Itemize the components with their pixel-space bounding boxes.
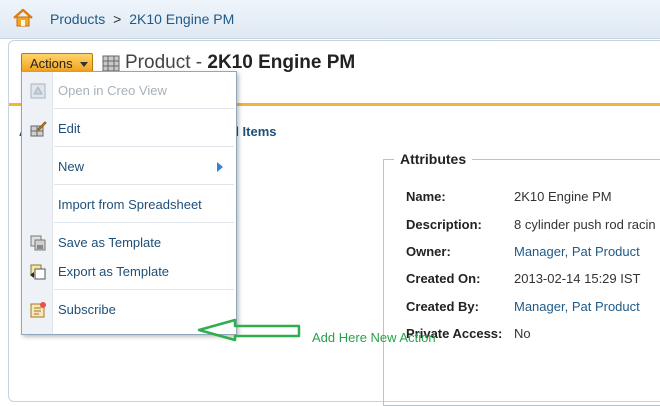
menu-item-label: Save as Template (58, 235, 162, 250)
menu-separator (54, 222, 234, 223)
created-by-link[interactable]: Manager, Pat Product (514, 299, 640, 314)
menu-item-label: New (58, 159, 85, 174)
attribute-label: Name: (406, 189, 446, 204)
attribute-value: 8 cylinder push rod racin (514, 217, 656, 232)
submenu-arrow-icon (217, 162, 223, 172)
page-title-name: 2K10 Engine PM (207, 52, 356, 73)
edit-icon (30, 121, 47, 137)
attribute-label: Created On: (406, 271, 481, 286)
breadcrumb-products-link[interactable]: Products (50, 11, 105, 27)
attribute-label: Owner: (406, 244, 451, 259)
attribute-label: Description: (406, 217, 482, 232)
breadcrumb-separator: > (113, 11, 122, 27)
menu-item-export-as-template[interactable]: Export as Template (22, 259, 236, 285)
attribute-label: Created By: (406, 299, 479, 314)
product-icon (102, 55, 120, 72)
menu-item-edit[interactable]: Edit (22, 116, 236, 142)
attributes-panel: Attributes Name: 2K10 Engine PM Descript… (383, 151, 660, 406)
attribute-value: 2K10 Engine PM (514, 189, 612, 204)
menu-item-label: Edit (58, 121, 81, 136)
menu-item-new[interactable]: New (22, 154, 236, 180)
menu-item-label: Subscribe (58, 302, 116, 317)
annotation-arrow-icon (197, 318, 301, 342)
menu-item-save-as-template[interactable]: Save as Template (22, 230, 236, 256)
annotation-label: Add Here New Action (312, 330, 436, 345)
creo-view-icon (30, 83, 46, 99)
actions-menu: Open in Creo View Edit New Import from S… (21, 71, 237, 335)
export-template-icon (30, 264, 46, 280)
menu-separator (54, 289, 234, 290)
actions-button-label: Actions (30, 56, 73, 71)
save-template-icon (30, 235, 46, 251)
breadcrumb-bar: Products > 2K10 Engine PM (0, 0, 660, 39)
owner-link[interactable]: Manager, Pat Product (514, 244, 640, 259)
menu-item-label: Export as Template (58, 264, 170, 279)
menu-separator (54, 146, 234, 147)
subscribe-icon (30, 302, 46, 318)
tab-related-items[interactable]: d Items (231, 124, 277, 139)
home-icon[interactable] (12, 8, 34, 28)
menu-item-label: Open in Creo View (58, 83, 167, 98)
attribute-value: 2013-02-14 15:29 IST (514, 271, 641, 286)
actions-button[interactable]: Actions (21, 53, 93, 73)
menu-item-open-in-creo-view: Open in Creo View (22, 78, 236, 104)
page-title-prefix: Product - (125, 52, 208, 73)
chevron-down-icon (80, 62, 88, 67)
attributes-legend: Attributes (394, 151, 473, 167)
menu-item-import-from-spreadsheet[interactable]: Import from Spreadsheet (22, 192, 236, 218)
breadcrumb: Products > 2K10 Engine PM (50, 11, 234, 27)
menu-separator (54, 184, 234, 185)
menu-item-label: Import from Spreadsheet (58, 197, 202, 212)
attribute-value: No (514, 326, 531, 341)
menu-separator (54, 108, 234, 109)
breadcrumb-current-item[interactable]: 2K10 Engine PM (129, 11, 234, 27)
